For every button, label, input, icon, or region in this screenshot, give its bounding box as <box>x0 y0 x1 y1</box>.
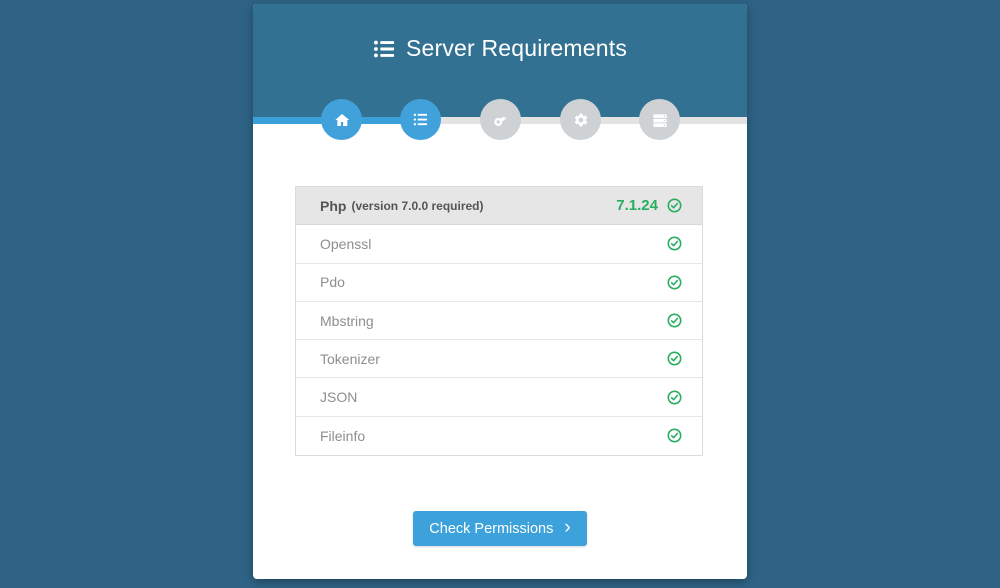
installer-card: Server Requirements <box>253 4 747 579</box>
step-requirements[interactable] <box>400 99 441 140</box>
requirement-row: Tokenizer <box>296 340 702 378</box>
check-permissions-label: Check Permissions <box>429 521 553 537</box>
check-permissions-button[interactable]: Check Permissions › <box>413 511 587 546</box>
extension-label: Mbstring <box>320 313 374 329</box>
check-circle-icon <box>667 275 682 290</box>
list-icon <box>413 112 428 127</box>
check-circle-icon <box>667 428 682 443</box>
step-environment[interactable] <box>560 99 601 140</box>
requirement-row: JSON <box>296 378 702 416</box>
extension-label: JSON <box>320 389 357 405</box>
requirements-panel: Php (version 7.0.0 required) 7.1.24 Open… <box>295 186 703 456</box>
check-circle-icon <box>667 236 682 251</box>
requirement-row-php: Php (version 7.0.0 required) 7.1.24 <box>296 187 702 225</box>
extension-label: Pdo <box>320 274 345 290</box>
requirement-row: Openssl <box>296 225 702 263</box>
key-icon <box>489 108 511 130</box>
check-circle-icon <box>667 351 682 366</box>
check-circle-icon <box>667 198 682 213</box>
requirement-row: Mbstring <box>296 302 702 340</box>
step-welcome[interactable] <box>321 99 362 140</box>
extension-label: Fileinfo <box>320 428 365 444</box>
step-database[interactable] <box>639 99 680 140</box>
step-permissions[interactable] <box>480 99 521 140</box>
home-icon <box>334 112 350 128</box>
chevron-right-icon: › <box>564 518 570 537</box>
server-icon <box>652 112 668 128</box>
check-circle-icon <box>667 390 682 405</box>
requirement-row: Pdo <box>296 264 702 302</box>
extension-label: Openssl <box>320 236 371 252</box>
page-title: Server Requirements <box>406 35 627 62</box>
check-circle-icon <box>667 313 682 328</box>
gear-icon <box>573 112 589 128</box>
php-version-value: 7.1.24 <box>616 197 658 214</box>
php-version-note: (version 7.0.0 required) <box>351 199 483 213</box>
php-label: Php <box>320 198 346 214</box>
list-icon <box>373 38 395 60</box>
requirement-row: Fileinfo <box>296 417 702 455</box>
extension-label: Tokenizer <box>320 351 380 367</box>
